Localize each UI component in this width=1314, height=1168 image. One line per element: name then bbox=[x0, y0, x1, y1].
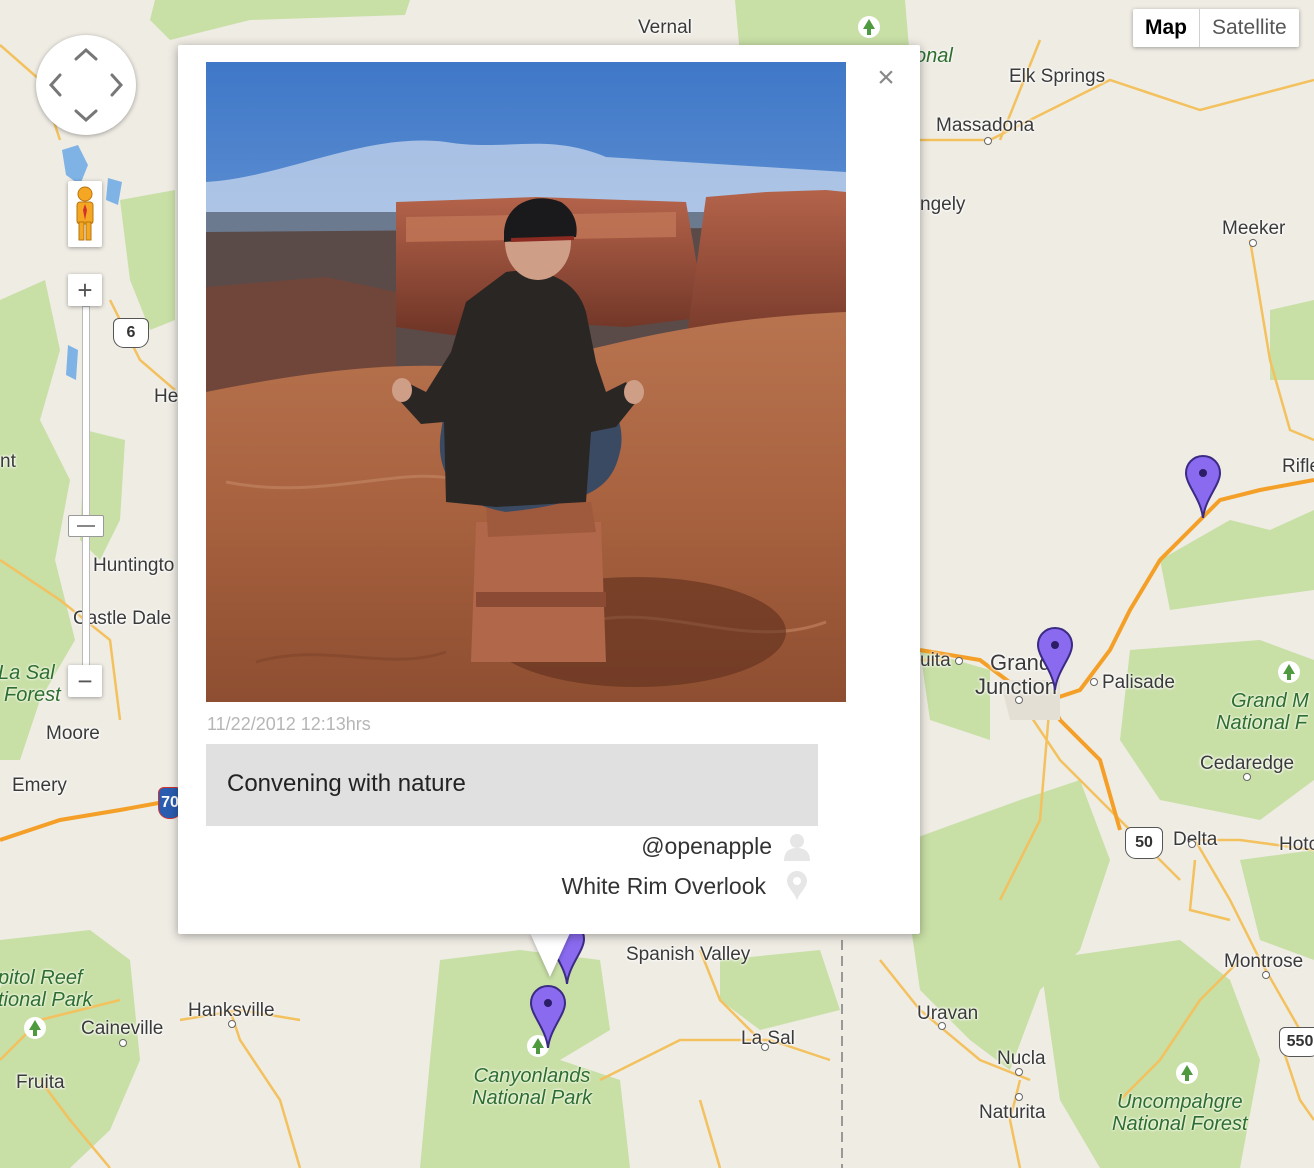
user-icon bbox=[780, 829, 814, 863]
map-marker[interactable] bbox=[1036, 626, 1074, 690]
map-type-satellite-button[interactable]: Satellite bbox=[1200, 9, 1299, 47]
town-dot bbox=[1243, 773, 1251, 781]
zoom-in-button[interactable]: + bbox=[68, 274, 102, 306]
park-label-grand-mesa[interactable]: Grand M National F bbox=[1216, 690, 1309, 734]
drag-handle-icon bbox=[77, 525, 95, 527]
map-type-map-button[interactable]: Map bbox=[1133, 9, 1200, 47]
place-label-meeker[interactable]: Meeker bbox=[1222, 218, 1285, 240]
post-photo[interactable] bbox=[206, 62, 846, 702]
location-pin-icon bbox=[780, 869, 814, 903]
place-label-dinosaur[interactable]: onal bbox=[915, 45, 953, 67]
place-label-delta[interactable]: Delta bbox=[1173, 829, 1217, 851]
info-window-tail bbox=[530, 933, 570, 977]
place-label-caineville[interactable]: Caineville bbox=[81, 1018, 163, 1040]
chevron-up-icon bbox=[74, 47, 98, 61]
street-view-pegman[interactable] bbox=[68, 181, 102, 247]
town-dot bbox=[1015, 1068, 1023, 1076]
park-label-capitol-reef[interactable]: pitol Reef tional Park bbox=[0, 967, 93, 1011]
place-label-nt[interactable]: nt bbox=[0, 451, 16, 473]
town-dot bbox=[1262, 971, 1270, 979]
zoom-slider-handle[interactable] bbox=[68, 515, 104, 537]
park-tree-icon bbox=[24, 1017, 46, 1039]
place-label-emery[interactable]: Emery bbox=[12, 775, 67, 797]
place-label-spanish-valley[interactable]: Spanish Valley bbox=[626, 944, 750, 966]
place-label-elk-springs[interactable]: Elk Springs bbox=[1009, 66, 1105, 88]
park-label-line-1: Canyonlands bbox=[473, 1065, 591, 1087]
place-label-montrose[interactable]: Montrose bbox=[1224, 951, 1303, 973]
pan-control[interactable] bbox=[36, 35, 136, 135]
post-timestamp: 11/22/2012 12:13hrs bbox=[207, 714, 371, 734]
park-label-uncompahgre[interactable]: Uncompahgre National Forest bbox=[1112, 1091, 1248, 1135]
chevron-left-icon bbox=[48, 73, 62, 97]
place-label-fruita-ut[interactable]: Fruita bbox=[16, 1072, 65, 1094]
town-dot bbox=[761, 1043, 769, 1051]
place-label-nucla[interactable]: Nucla bbox=[997, 1048, 1046, 1070]
town-dot bbox=[955, 657, 963, 665]
pan-down-button[interactable] bbox=[73, 103, 99, 129]
place-label-huntington[interactable]: Huntingto bbox=[93, 555, 174, 577]
park-label-line-2: National Park bbox=[472, 1087, 593, 1109]
pan-left-button[interactable] bbox=[42, 72, 68, 98]
town-dot bbox=[984, 137, 992, 145]
map-marker[interactable] bbox=[1184, 454, 1222, 518]
photo-person-meditating-on-canyon-rim bbox=[206, 62, 846, 702]
post-username-row[interactable]: @openapple bbox=[641, 829, 814, 863]
info-window: × 11/22/2012 12:13hrs Convening with nat… bbox=[178, 45, 920, 934]
chevron-down-icon bbox=[74, 109, 98, 123]
park-label-line-1: La Sal bbox=[0, 662, 55, 684]
town-dot bbox=[1015, 1093, 1023, 1101]
park-label-line-2: National F bbox=[1216, 712, 1308, 734]
town-dot bbox=[1090, 678, 1098, 686]
park-tree-icon bbox=[1176, 1062, 1198, 1084]
post-location-row[interactable]: White Rim Overlook bbox=[562, 869, 814, 903]
pan-up-button[interactable] bbox=[73, 41, 99, 67]
route-shield-us6: 6 bbox=[113, 318, 149, 348]
town-dot bbox=[1015, 696, 1023, 704]
place-label-cedaredge[interactable]: Cedaredge bbox=[1200, 753, 1294, 775]
town-dot bbox=[1249, 239, 1257, 247]
close-icon: × bbox=[877, 61, 895, 94]
post-username[interactable]: @openapple bbox=[641, 833, 772, 860]
caption-box: Convening with nature bbox=[206, 744, 818, 826]
town-dot bbox=[119, 1039, 127, 1047]
route-shield-us50: 50 bbox=[1125, 827, 1163, 859]
park-label-line-1: Uncompahgre bbox=[1117, 1091, 1243, 1113]
zoom-slider-track[interactable] bbox=[82, 306, 90, 668]
place-label-vernal[interactable]: Vernal bbox=[638, 17, 692, 39]
map-marker[interactable] bbox=[529, 984, 567, 1048]
place-label-hanksville[interactable]: Hanksville bbox=[188, 1000, 275, 1022]
place-label-fruita[interactable]: uita bbox=[920, 650, 951, 672]
park-label-line-1: pitol Reef bbox=[0, 967, 83, 989]
town-dot bbox=[1188, 840, 1196, 848]
close-button[interactable]: × bbox=[871, 61, 901, 94]
post-location[interactable]: White Rim Overlook bbox=[562, 873, 766, 900]
park-label-line-2: National Forest bbox=[1112, 1113, 1248, 1135]
place-label-moore[interactable]: Moore bbox=[46, 723, 100, 745]
map-type-control: Map Satellite bbox=[1133, 9, 1299, 47]
place-label-massadona[interactable]: Massadona bbox=[936, 115, 1034, 137]
park-tree-icon bbox=[1278, 661, 1300, 683]
place-label-rangely[interactable]: ngely bbox=[920, 194, 965, 216]
place-label-naturita[interactable]: Naturita bbox=[979, 1102, 1046, 1124]
pan-right-button[interactable] bbox=[104, 72, 130, 98]
park-label-canyonlands[interactable]: Canyonlands National Park bbox=[472, 1065, 592, 1109]
park-label-la-sal-forest[interactable]: La Sal Forest bbox=[0, 662, 61, 706]
place-label-hotchkiss[interactable]: Hotc bbox=[1279, 834, 1314, 856]
place-label-he[interactable]: He bbox=[154, 386, 178, 408]
place-label-uravan[interactable]: Uravan bbox=[917, 1003, 978, 1025]
park-label-line-1: Grand M bbox=[1231, 690, 1309, 712]
town-dot bbox=[228, 1020, 236, 1028]
place-label-rifle[interactable]: Rifle bbox=[1282, 456, 1314, 478]
park-tree-icon bbox=[858, 16, 880, 38]
zoom-out-button[interactable]: − bbox=[68, 665, 102, 697]
chevron-right-icon bbox=[110, 73, 124, 97]
town-dot bbox=[938, 1022, 946, 1030]
park-label-line-2: Forest bbox=[4, 684, 61, 706]
post-caption: Convening with nature bbox=[227, 770, 466, 797]
route-shield-us550: 550 bbox=[1279, 1027, 1314, 1057]
place-label-palisade[interactable]: Palisade bbox=[1102, 672, 1175, 694]
pegman-icon bbox=[76, 186, 94, 241]
park-label-line-2: tional Park bbox=[0, 989, 93, 1011]
